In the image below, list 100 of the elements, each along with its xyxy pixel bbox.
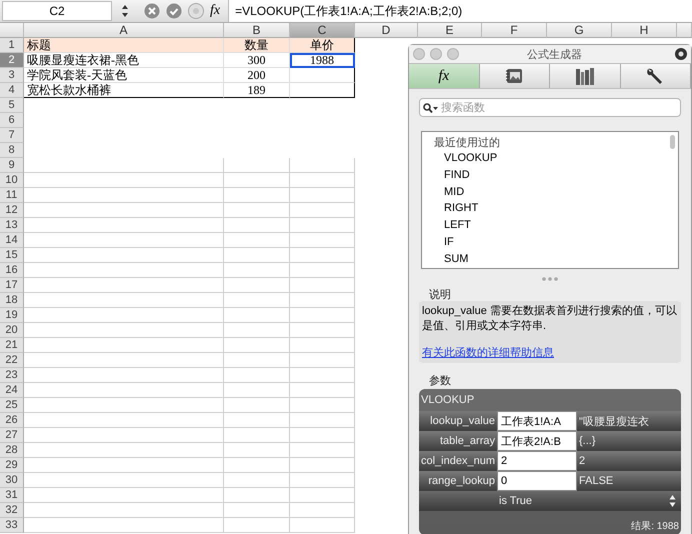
search-field[interactable]: 搜索函数 <box>419 98 681 117</box>
table-cell <box>290 503 355 518</box>
table-cell: 300 <box>224 53 290 68</box>
table-cell <box>290 323 355 338</box>
function-item[interactable]: RIGHT <box>422 200 678 218</box>
argument-field[interactable]: 0 <box>497 471 577 491</box>
table-cell <box>224 338 290 353</box>
help-link[interactable]: 有关此函数的详细帮助信息 <box>422 345 678 360</box>
row-header[interactable]: 8 <box>0 143 24 158</box>
minimize-button[interactable] <box>430 48 442 60</box>
row-header[interactable]: 15 <box>0 248 24 263</box>
function-item[interactable]: FIND <box>422 166 678 184</box>
argument-field[interactable]: 工作表2!A:B <box>497 431 577 451</box>
row-header[interactable]: 19 <box>0 308 24 323</box>
cancel-icon[interactable] <box>144 3 160 19</box>
stepper-icon[interactable] <box>669 494 676 508</box>
row-header[interactable]: 21 <box>0 338 24 353</box>
argument-field[interactable]: 工作表1!A:A <box>497 411 577 431</box>
insert-function-button[interactable]: fx <box>210 3 220 19</box>
function-item[interactable]: SUM <box>422 250 678 268</box>
table-cell: 宽松长款水桶裤 <box>24 83 224 98</box>
row-header[interactable]: 9 <box>0 158 24 173</box>
function-item[interactable]: LEFT <box>422 217 678 234</box>
function-item[interactable]: VLOOKUP <box>422 150 678 167</box>
resize-handle-icon[interactable] <box>540 276 560 282</box>
table-cell <box>224 308 290 323</box>
row-header[interactable]: 18 <box>0 293 24 308</box>
table-cell: 学院风套装-天蓝色 <box>24 68 224 83</box>
scrollbar-thumb[interactable] <box>670 135 675 149</box>
column-header[interactable]: G <box>547 23 612 38</box>
row-header[interactable]: 14 <box>0 233 24 248</box>
row-header[interactable]: 29 <box>0 458 24 473</box>
table-cell <box>224 458 290 473</box>
table-cell <box>290 188 355 203</box>
table-cell <box>290 428 355 443</box>
argument-name: lookup_value <box>429 415 496 427</box>
description-text: lookup_value 需要在数据表首列进行搜索的值，可以是值、引用或文本字符串. <box>422 304 678 334</box>
stepper-icon[interactable] <box>120 4 130 18</box>
row-header[interactable]: 33 <box>0 518 24 533</box>
column-header[interactable]: B <box>224 23 290 38</box>
column-header[interactable]: C <box>290 23 355 38</box>
formula-field[interactable]: =VLOOKUP(工作表1!A:A;工作表2!A:B;2;0) <box>228 0 692 22</box>
row-header[interactable]: 10 <box>0 173 24 188</box>
column-header[interactable]: D <box>355 23 418 38</box>
row-header[interactable]: 12 <box>0 203 24 218</box>
column-header[interactable]: E <box>418 23 482 38</box>
row-header[interactable]: 32 <box>0 503 24 518</box>
row-header[interactable]: 27 <box>0 428 24 443</box>
row-header[interactable]: 31 <box>0 488 24 503</box>
row-header[interactable]: 25 <box>0 398 24 413</box>
table-cell <box>224 263 290 278</box>
row-header[interactable]: 5 <box>0 98 24 113</box>
row-header[interactable]: 24 <box>0 383 24 398</box>
column-header[interactable]: F <box>482 23 547 38</box>
table-cell <box>290 233 355 248</box>
row-header[interactable]: 1 <box>0 38 24 53</box>
row-header[interactable]: 6 <box>0 113 24 128</box>
function-item[interactable]: MID <box>422 184 678 200</box>
toggle-icon[interactable] <box>188 3 204 19</box>
row-header[interactable]: 26 <box>0 413 24 428</box>
row-header[interactable]: 3 <box>0 68 24 83</box>
panel-tab[interactable] <box>620 64 691 88</box>
panel-tab[interactable] <box>480 64 550 88</box>
column-header[interactable]: H <box>612 23 677 38</box>
row-header[interactable]: 28 <box>0 443 24 458</box>
function-name: VLOOKUP <box>420 393 476 408</box>
table-cell <box>224 233 290 248</box>
function-item[interactable]: IF <box>422 234 678 251</box>
row-header[interactable]: 23 <box>0 368 24 383</box>
row-header[interactable]: 30 <box>0 473 24 488</box>
row-header[interactable]: 7 <box>0 128 24 143</box>
table-cell <box>224 173 290 188</box>
column-header[interactable]: A <box>24 23 224 38</box>
row-header[interactable]: 13 <box>0 218 24 233</box>
argument-name: range_lookup <box>427 475 496 487</box>
row-header[interactable]: 22 <box>0 353 24 368</box>
close-button[interactable] <box>413 48 425 60</box>
table-cell <box>224 368 290 383</box>
select-all-corner[interactable] <box>0 23 24 38</box>
zoom-button[interactable] <box>447 48 459 60</box>
function-tab[interactable]: fx <box>409 64 480 88</box>
table-cell: 1988 <box>290 53 355 68</box>
argument-name: table_array <box>438 435 496 447</box>
row-header[interactable]: 16 <box>0 263 24 278</box>
table-cell <box>290 353 355 368</box>
argument-result: "吸腰显瘦连衣 <box>578 414 650 428</box>
panel-tab[interactable] <box>550 64 620 88</box>
row-header[interactable]: 11 <box>0 188 24 203</box>
section-label: 说明 <box>429 288 452 301</box>
check-icon[interactable] <box>166 3 182 19</box>
row-header[interactable]: 17 <box>0 278 24 293</box>
argument-field[interactable]: 2 <box>497 451 577 471</box>
table-cell: 200 <box>224 68 290 83</box>
row-header[interactable]: 20 <box>0 323 24 338</box>
row-header[interactable]: 4 <box>0 83 24 98</box>
table-cell <box>224 473 290 488</box>
table-cell <box>224 323 290 338</box>
search-input[interactable]: 搜索函数 <box>439 102 641 114</box>
table-cell <box>224 203 290 218</box>
name-box[interactable]: C2 <box>2 1 112 21</box>
